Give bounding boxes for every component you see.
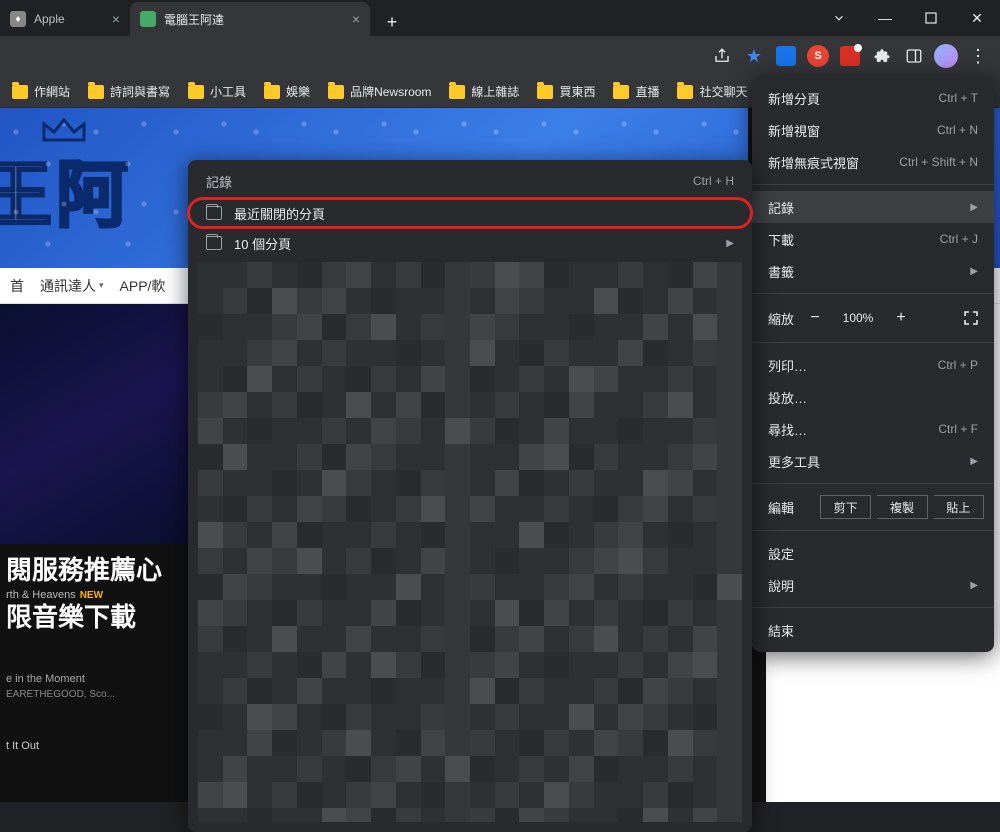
- chevron-right-icon: ▶: [726, 238, 734, 249]
- bookmark-folder[interactable]: 小工具: [180, 79, 254, 104]
- menu-separator: [752, 184, 994, 185]
- article-image: [0, 304, 190, 544]
- menu-downloads[interactable]: 下載Ctrl + J: [752, 223, 994, 255]
- menu-find[interactable]: 尋找…Ctrl + F: [752, 413, 994, 445]
- chrome-main-menu: 新增分頁Ctrl + T 新增視窗Ctrl + N 新增無痕式視窗Ctrl + …: [752, 76, 994, 652]
- profile-avatar[interactable]: [932, 42, 960, 70]
- bookmark-folder[interactable]: 社交聊天: [669, 79, 755, 104]
- article-bottom: t It Out: [6, 740, 184, 752]
- menu-history[interactable]: 記錄▶: [752, 191, 994, 223]
- menu-settings[interactable]: 設定: [752, 537, 994, 569]
- bookmark-folder[interactable]: 詩詞與書寫: [80, 79, 178, 104]
- nav-item[interactable]: 通訊達人▾: [34, 276, 110, 296]
- article-meta-2: EARETHEGOOD, Sco...: [6, 689, 184, 700]
- zoom-in-button[interactable]: +: [888, 306, 914, 330]
- menu-separator: [752, 342, 994, 343]
- tab-label: Apple: [34, 12, 65, 26]
- fullscreen-icon[interactable]: [960, 307, 982, 329]
- tab-label: 電腦王阿達: [164, 11, 224, 28]
- tab-icon: [206, 236, 222, 250]
- chevron-right-icon: ▶: [970, 580, 978, 591]
- share-icon[interactable]: [708, 42, 736, 70]
- toolbar: ★ S ⋮: [0, 36, 1000, 76]
- zoom-value: 100%: [836, 311, 880, 325]
- menu-edit-row: 編輯 剪下 複製 貼上: [752, 490, 994, 524]
- minimize-button[interactable]: —: [862, 3, 908, 33]
- maximize-button[interactable]: [908, 3, 954, 33]
- menu-new-window[interactable]: 新增視窗Ctrl + N: [752, 114, 994, 146]
- kocpc-favicon-icon: [140, 11, 156, 27]
- chevron-right-icon: ▶: [970, 266, 978, 277]
- tab-close-icon[interactable]: ×: [112, 11, 120, 27]
- bookmark-folder[interactable]: 線上雜誌: [441, 79, 527, 104]
- tab-kocpc[interactable]: 電腦王阿達 ×: [130, 2, 370, 36]
- cut-button[interactable]: 剪下: [820, 495, 871, 519]
- nav-item[interactable]: APP/軟: [114, 276, 172, 296]
- side-panel-icon[interactable]: [900, 42, 928, 70]
- close-button[interactable]: ✕: [954, 3, 1000, 33]
- menu-separator: [752, 530, 994, 531]
- menu-cast[interactable]: 投放…: [752, 381, 994, 413]
- folder-icon: [264, 85, 280, 99]
- article-sub: rth & HeavensNEW: [6, 589, 184, 601]
- article-heading: 閱服務推薦心: [6, 554, 184, 587]
- menu-exit[interactable]: 結束: [752, 614, 994, 646]
- folder-icon: [537, 85, 553, 99]
- new-tab-button[interactable]: +: [378, 8, 406, 36]
- bookmark-star-icon[interactable]: ★: [740, 42, 768, 70]
- menu-separator: [752, 607, 994, 608]
- folder-icon: [613, 85, 629, 99]
- folder-icon: [88, 85, 104, 99]
- bookmark-folder[interactable]: 直播: [605, 79, 667, 104]
- copy-button[interactable]: 複製: [877, 495, 927, 519]
- menu-zoom: 縮放 − 100% +: [752, 300, 994, 336]
- bookmark-folder[interactable]: 作網站: [4, 79, 78, 104]
- folder-icon: [188, 85, 204, 99]
- more-menu-button[interactable]: ⋮: [964, 42, 992, 70]
- window-controls: — ✕: [816, 0, 1000, 36]
- history-header[interactable]: 記錄 Ctrl + H: [188, 164, 752, 198]
- menu-new-tab[interactable]: 新增分頁Ctrl + T: [752, 82, 994, 114]
- titlebar: ♦ Apple × 電腦王阿達 × + — ✕: [0, 0, 1000, 36]
- tab-icon: [206, 206, 222, 220]
- closed-tabs-count[interactable]: 10 個分頁 ▶: [188, 228, 752, 258]
- tab-strip: ♦ Apple × 電腦王阿達 × +: [0, 0, 406, 36]
- menu-print[interactable]: 列印…Ctrl + P: [752, 349, 994, 381]
- tab-apple[interactable]: ♦ Apple ×: [0, 2, 130, 36]
- history-list-blurred: [198, 262, 742, 822]
- folder-icon: [449, 85, 465, 99]
- extension-reader-icon[interactable]: [772, 42, 800, 70]
- extensions-puzzle-icon[interactable]: [868, 42, 896, 70]
- folder-icon: [12, 85, 28, 99]
- tab-close-icon[interactable]: ×: [352, 11, 360, 27]
- history-submenu: 記錄 Ctrl + H 最近關閉的分頁 10 個分頁 ▶: [188, 160, 752, 832]
- chevron-right-icon: ▶: [970, 456, 978, 467]
- crown-icon: [40, 114, 88, 144]
- recently-closed-tabs[interactable]: 最近關閉的分頁: [188, 198, 752, 228]
- article-meta: e in the Moment: [6, 673, 184, 685]
- paste-button[interactable]: 貼上: [934, 495, 984, 519]
- article-card[interactable]: 閱服務推薦心 rth & HeavensNEW 限音樂下載 e in the M…: [0, 304, 190, 802]
- extension-s-icon[interactable]: S: [804, 42, 832, 70]
- folder-icon: [677, 85, 693, 99]
- chevron-right-icon: ▶: [970, 202, 978, 213]
- bookmark-folder[interactable]: 品牌Newsroom: [320, 79, 439, 104]
- menu-separator: [752, 293, 994, 294]
- tab-search-icon[interactable]: [816, 3, 862, 33]
- bookmark-folder[interactable]: 娛樂: [256, 79, 318, 104]
- menu-incognito[interactable]: 新增無痕式視窗Ctrl + Shift + N: [752, 146, 994, 178]
- article-heading-2: 限音樂下載: [6, 601, 184, 634]
- zoom-out-button[interactable]: −: [802, 306, 828, 330]
- menu-more-tools[interactable]: 更多工具▶: [752, 445, 994, 477]
- extension-notes-icon[interactable]: [836, 42, 864, 70]
- nav-item[interactable]: 首: [4, 276, 30, 296]
- menu-help[interactable]: 說明▶: [752, 569, 994, 601]
- apple-favicon-icon: ♦: [10, 11, 26, 27]
- bookmark-folder[interactable]: 買東西: [529, 79, 603, 104]
- folder-icon: [328, 85, 344, 99]
- menu-bookmarks[interactable]: 書籤▶: [752, 255, 994, 287]
- menu-separator: [752, 483, 994, 484]
